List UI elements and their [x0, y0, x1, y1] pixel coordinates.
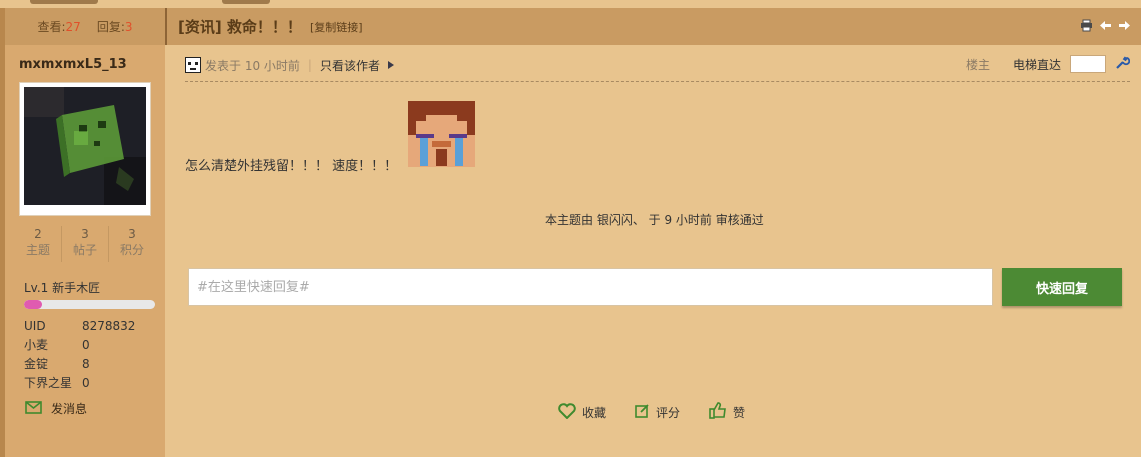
thumbs-up-icon [709, 402, 727, 422]
avatar[interactable] [19, 82, 151, 216]
stat-topics[interactable]: 2 主题 [15, 226, 61, 262]
edit-icon [635, 403, 650, 421]
favorite-button[interactable]: 收藏 [558, 402, 606, 422]
floor-label: 楼主 [965, 57, 990, 72]
post-content: 怎么清楚外挂残留！！！ 速度！！！ [185, 159, 398, 174]
heart-icon [558, 402, 576, 422]
stat-value: 3 [128, 227, 136, 241]
meta-separator: | [307, 58, 312, 72]
thread-title: [资讯] 救命！！！ [178, 18, 302, 36]
floor-nav: 楼主 电梯直达 [965, 55, 1131, 73]
quick-reply-input[interactable] [188, 268, 993, 306]
level-progress-bar [24, 300, 155, 309]
jump-label: 电梯直达 [1012, 57, 1061, 72]
top-tab-nub [222, 0, 270, 4]
thread-title-area: [资讯] 救命！！！ [复制链接] [178, 8, 363, 45]
stat-label: 主题 [25, 243, 50, 257]
post-actions: 收藏 评分 赞 [558, 402, 745, 422]
meta-divider [185, 81, 1130, 82]
info-value: 0 [82, 338, 90, 352]
arrow-right-icon[interactable] [1118, 19, 1131, 32]
header-tools [1080, 19, 1131, 32]
copy-link-button[interactable]: [复制链接] [310, 19, 363, 35]
info-value: 8278832 [82, 319, 136, 333]
quick-reply-button[interactable]: 快速回复 [1002, 268, 1122, 306]
floor-jump-input[interactable] [1070, 55, 1106, 73]
info-row: 金锭 8 [24, 355, 154, 374]
author-stats: 2 主题 3 帖子 3 积分 [15, 226, 155, 262]
info-key: UID [24, 319, 46, 333]
wrench-icon[interactable] [1115, 55, 1131, 73]
author-sidebar: mxmxmxL5_13 2 主题 3 帖子 3 积分 Lv.1 新手木匠 UID 827… [5, 45, 165, 457]
send-message-label: 发消息 [51, 402, 88, 416]
stat-points[interactable]: 3 积分 [108, 226, 155, 262]
thread-header: 查看:27 回复:3 [资讯] 救命！！！ [复制链接] [5, 8, 1141, 45]
stat-value: 2 [34, 227, 42, 241]
info-key: 小麦 [24, 338, 49, 352]
rate-label: 评分 [656, 405, 681, 420]
caret-right-icon [387, 61, 394, 69]
user-level: Lv.1 新手木匠 [24, 281, 101, 295]
author-name[interactable]: mxmxmxL5_13 [19, 57, 127, 72]
views-label: 查看: [37, 20, 66, 34]
level-progress-fill [24, 300, 43, 309]
info-row: 小麦 0 [24, 336, 154, 355]
top-strip [0, 0, 1141, 8]
post-time: 发表于 10 小时前 [205, 58, 300, 73]
only-author-link[interactable]: 只看该作者 [320, 57, 380, 74]
header-divider [165, 8, 167, 45]
favorite-label: 收藏 [582, 405, 607, 420]
info-key: 金锭 [24, 357, 49, 371]
send-message-button[interactable]: 发消息 [25, 400, 87, 417]
user-info: UID 8278832 小麦 0 金锭 8 下界之星 0 [24, 317, 154, 393]
rate-button[interactable]: 评分 [635, 402, 680, 422]
stat-label: 积分 [119, 243, 144, 257]
info-value: 8 [82, 357, 90, 371]
views-count: 27 [65, 20, 81, 34]
info-value: 0 [82, 376, 90, 390]
avatar-image [24, 87, 146, 205]
like-button[interactable]: 赞 [709, 402, 745, 422]
print-icon[interactable] [1080, 19, 1093, 32]
info-key: 下界之星 [24, 376, 73, 390]
replies-count: 3 [124, 20, 133, 34]
top-tab-nub [30, 0, 98, 4]
info-row: UID 8278832 [24, 317, 154, 336]
post-main: 发表于 10 小时前 | 只看该作者 楼主 电梯直达 怎么清楚外挂残留！！！ 速… [165, 45, 1141, 457]
review-note: 本主题由 银闪闪、 于 9 小时前 审核通过 [545, 213, 764, 227]
replies-stat: 回复:3 [97, 18, 133, 35]
online-status-icon [185, 57, 201, 73]
arrow-left-icon[interactable] [1099, 19, 1112, 32]
stat-label: 帖子 [72, 243, 97, 257]
views-stat: 查看:27 [37, 18, 80, 35]
stat-value: 3 [81, 227, 89, 241]
crying-steve-emoji [408, 101, 475, 167]
thread-stats: 查看:27 回复:3 [5, 8, 165, 45]
replies-label: 回复: [96, 20, 125, 34]
info-row: 下界之星 0 [24, 374, 154, 393]
like-label: 赞 [733, 405, 746, 420]
stat-posts[interactable]: 3 帖子 [61, 226, 108, 262]
post-meta: 发表于 10 小时前 | 只看该作者 [185, 55, 394, 75]
mail-icon [25, 400, 42, 417]
